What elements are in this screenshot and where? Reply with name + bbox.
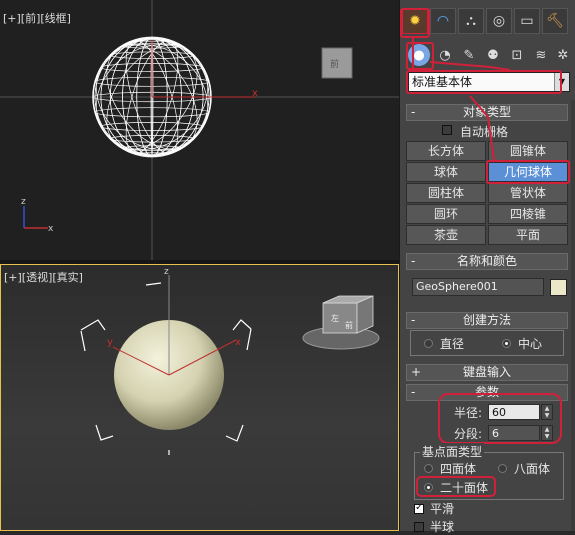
- modify-icon: ◠: [436, 13, 450, 29]
- object-name-field[interactable]: GeoSphere001: [412, 278, 544, 296]
- keyboard-entry-title: 键盘输入: [462, 365, 511, 379]
- octa-radio[interactable]: [498, 464, 507, 473]
- tetra-label: 四面体: [440, 462, 477, 476]
- display-tab[interactable]: ▭: [514, 8, 540, 34]
- parameters-highlight: [438, 393, 562, 444]
- panel-scrollbar[interactable]: [571, 100, 575, 531]
- keyboard-entry-rollout[interactable]: + 键盘输入: [406, 364, 568, 381]
- hierarchy-tab[interactable]: ⛬: [458, 8, 484, 34]
- svg-text:x: x: [48, 224, 54, 234]
- tube-button[interactable]: 管状体: [488, 183, 568, 203]
- svg-text:前: 前: [345, 320, 353, 330]
- svg-text:z: z: [21, 197, 26, 207]
- svg-text:x: x: [235, 337, 241, 348]
- creation-method-title: 创建方法: [462, 313, 511, 327]
- smooth-label: 平滑: [430, 502, 455, 516]
- command-panel: ✹ ◠ ⛬ ◎ ▭ 🔨︎ ● ◔ ✎ ⚉ ⊡ ≋ ✲ 标准基本体 ▼ - 对象类…: [399, 0, 575, 534]
- octa-label: 八面体: [514, 462, 551, 476]
- name-color-title: 名称和颜色: [456, 254, 517, 268]
- autogrid-checkbox[interactable]: [442, 125, 452, 135]
- center-radio[interactable]: [502, 339, 511, 348]
- expand-icon: +: [411, 365, 422, 379]
- front-viewport[interactable]: [+][前][线框] x 前 z x: [0, 0, 399, 260]
- motion-icon: ◎: [492, 13, 506, 29]
- perspective-viewport-scene: z x y 左 前: [80, 267, 380, 455]
- cylinder-button[interactable]: 圆柱体: [406, 183, 486, 203]
- create-tab-highlight: [400, 8, 430, 38]
- box-button[interactable]: 长方体: [406, 141, 486, 161]
- cameras-subtab[interactable]: ⚉: [482, 44, 504, 66]
- pyramid-button[interactable]: 四棱锥: [488, 204, 568, 224]
- shapes-icon: ◔: [439, 47, 451, 63]
- object-type-title: 对象类型: [462, 105, 511, 119]
- object-color-swatch[interactable]: [550, 279, 567, 296]
- collapse-icon: -: [411, 105, 416, 119]
- shapes-subtab[interactable]: ◔: [434, 44, 456, 66]
- cameras-icon: ⚉: [487, 47, 499, 63]
- collapse-icon: -: [411, 385, 416, 399]
- hierarchy-icon: ⛬: [466, 13, 476, 29]
- world-axis-tripod-top: z x: [21, 197, 54, 234]
- creation-method-rollout[interactable]: - 创建方法: [406, 312, 568, 329]
- autogrid-label: 自动栅格: [460, 125, 509, 139]
- icosa-highlight: [416, 476, 496, 497]
- cone-button[interactable]: 圆锥体: [488, 141, 568, 161]
- svg-text:左: 左: [331, 313, 339, 323]
- torus-button[interactable]: 圆环: [406, 204, 486, 224]
- center-label: 中心: [518, 337, 543, 351]
- diameter-radio[interactable]: [424, 339, 433, 348]
- utilities-icon: 🔨︎: [546, 13, 564, 29]
- systems-icon: ✲: [557, 47, 569, 63]
- motion-tab[interactable]: ◎: [486, 8, 512, 34]
- dropdown-highlight: [406, 70, 562, 94]
- hemisphere-label: 半球: [430, 520, 455, 534]
- sphere-button[interactable]: 球体: [406, 162, 486, 182]
- display-icon: ▭: [520, 13, 534, 29]
- object-type-rollout[interactable]: - 对象类型: [406, 104, 568, 121]
- spacewarps-subtab[interactable]: ≋: [530, 44, 552, 66]
- base-type-label: 基点面类型: [420, 443, 485, 460]
- helpers-subtab[interactable]: ⊡: [506, 44, 528, 66]
- lights-icon: ✎: [463, 47, 475, 63]
- diameter-label: 直径: [440, 337, 465, 351]
- teapot-button[interactable]: 茶壶: [406, 225, 486, 245]
- systems-subtab[interactable]: ✲: [552, 44, 574, 66]
- modify-tab[interactable]: ◠: [430, 8, 456, 34]
- perspective-viewport[interactable]: [+][透视][真实] z x y 左 前: [0, 264, 399, 531]
- collapse-icon: -: [411, 254, 416, 268]
- front-viewport-scene: x 前 z x: [0, 0, 399, 260]
- name-color-rollout[interactable]: - 名称和颜色: [406, 253, 568, 270]
- svg-text:前: 前: [330, 58, 339, 70]
- geosphere-button-highlight: [486, 160, 570, 184]
- lights-subtab[interactable]: ✎: [458, 44, 480, 66]
- collapse-icon: -: [411, 313, 416, 327]
- svg-text:y: y: [107, 337, 113, 348]
- geometry-subtab-highlight: [406, 42, 434, 70]
- helpers-icon: ⊡: [511, 47, 523, 63]
- spacewarps-icon: ≋: [535, 47, 547, 63]
- tetra-radio[interactable]: [424, 464, 433, 473]
- plane-button[interactable]: 平面: [488, 225, 568, 245]
- viewcube-perspective-icon: 左 前: [302, 295, 380, 350]
- smooth-checkbox[interactable]: [414, 502, 424, 514]
- utilities-tab[interactable]: 🔨︎: [542, 8, 568, 34]
- viewcube-top-icon: 前: [321, 47, 353, 79]
- gizmo-x-label: x: [252, 88, 258, 99]
- svg-text:z: z: [164, 267, 169, 277]
